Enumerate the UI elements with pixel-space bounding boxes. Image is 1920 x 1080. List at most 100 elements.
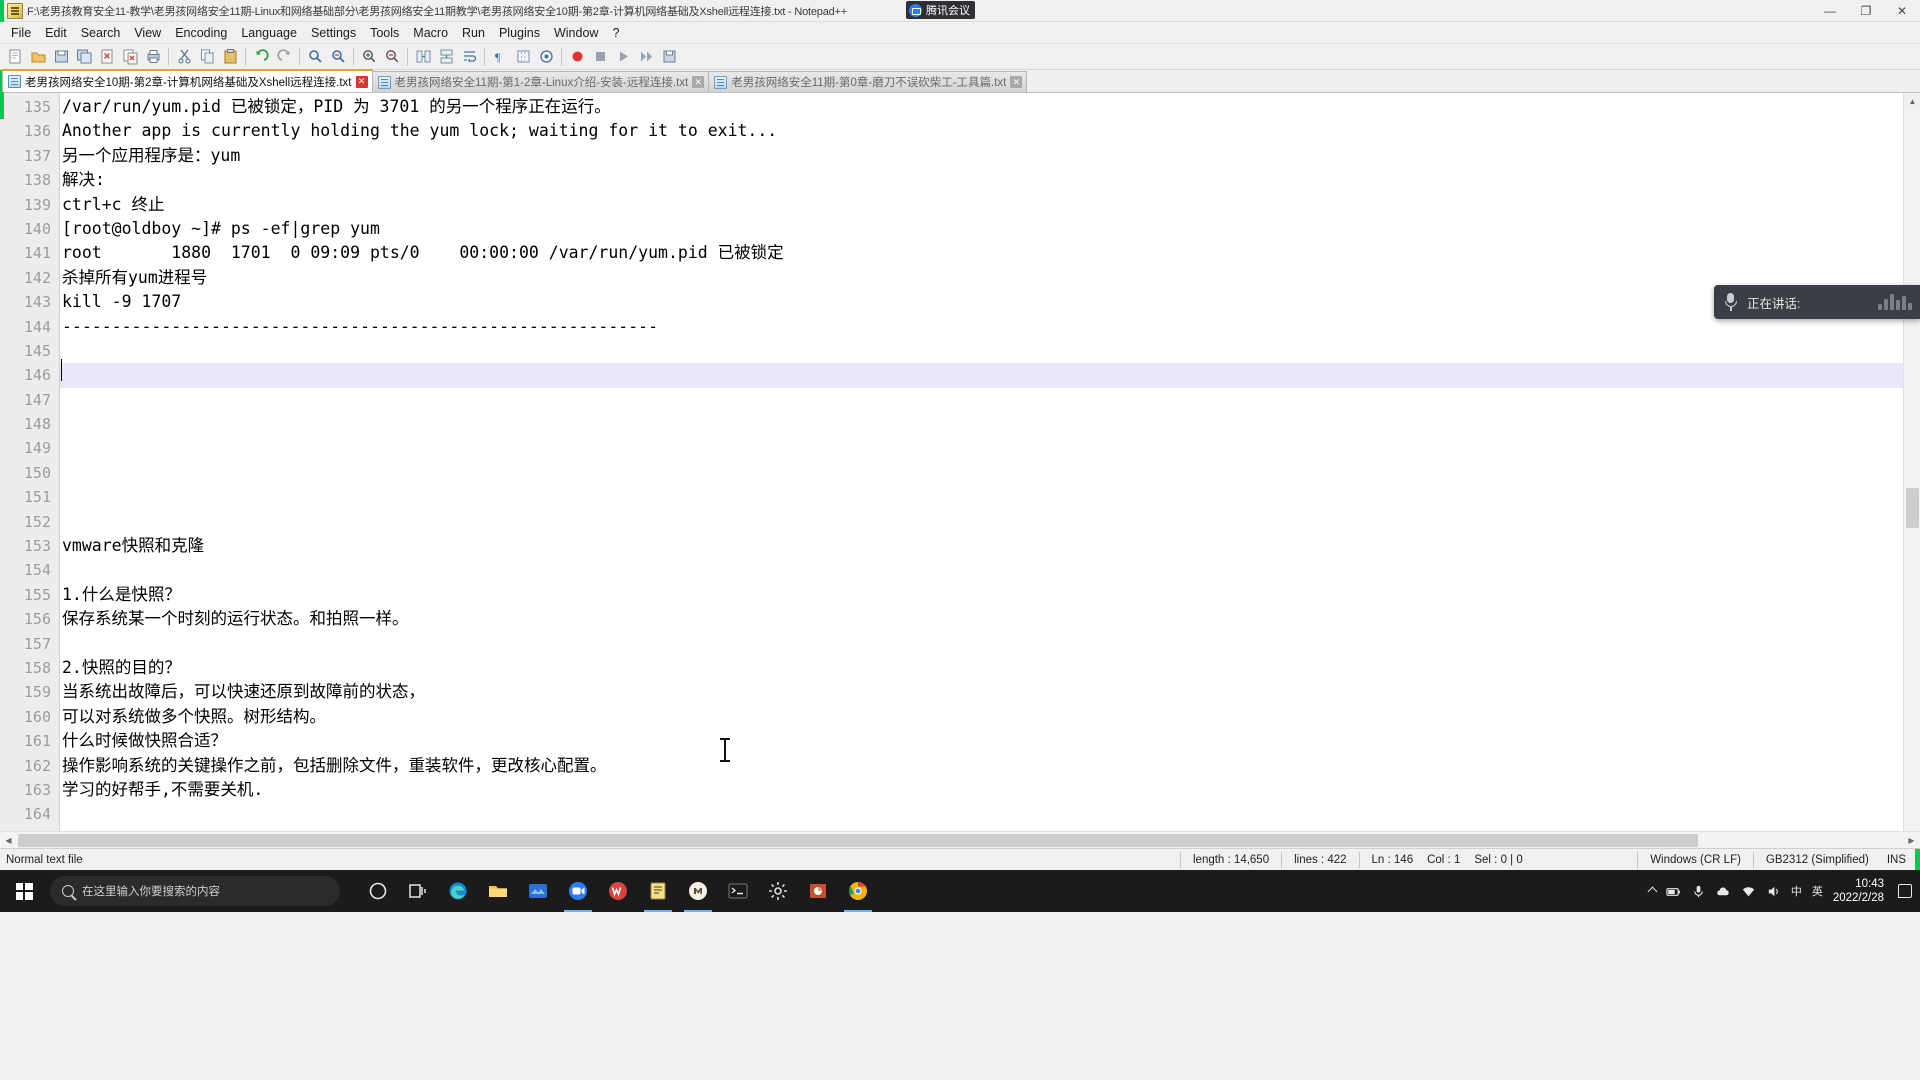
tencent-meeting-icon[interactable] [558, 870, 598, 912]
menu-item-macro[interactable]: Macro [406, 24, 455, 42]
run-macro-multiple-icon[interactable] [635, 46, 657, 68]
tencent-meeting-overlay-badge[interactable]: 腾讯会议 [906, 1, 975, 19]
menu-item-settings[interactable]: Settings [304, 24, 363, 42]
copy-icon[interactable] [196, 46, 218, 68]
record-macro-icon[interactable] [566, 46, 588, 68]
pptx-icon[interactable] [798, 870, 838, 912]
ime-language-indicator[interactable]: 英 [1812, 883, 1823, 899]
show-hidden-icons[interactable] [1647, 886, 1658, 896]
document-tab[interactable]: 老男孩网络安全11期-第1-2章-Linux介绍-安装-远程连接.txt ✕ [371, 71, 710, 92]
search-input[interactable]: 在这里输入你要搜索的内容 [50, 876, 340, 906]
stop-macro-icon[interactable] [589, 46, 611, 68]
document-tab[interactable]: 老男孩网络安全10期-第2章-计算机网络基础及Xshell远程连接.txt ✕ [2, 69, 373, 92]
close-icon[interactable] [96, 46, 118, 68]
notification-icon[interactable] [1898, 884, 1912, 898]
network-icon[interactable] [1741, 884, 1756, 899]
menu-item-encoding[interactable]: Encoding [168, 24, 234, 42]
text-content[interactable]: /var/run/yum.pid 已被锁定，PID 为 3701 的另一个程序正… [60, 93, 1920, 831]
show-symbol-icon[interactable] [535, 46, 557, 68]
menu-item-window[interactable]: Window [547, 24, 605, 42]
terminal-icon[interactable] [718, 870, 758, 912]
menu-item-edit[interactable]: Edit [38, 24, 74, 42]
print-icon[interactable] [142, 46, 164, 68]
code-line[interactable] [60, 339, 1920, 363]
code-line[interactable] [60, 485, 1920, 509]
code-line[interactable]: 杀掉所有yum进程号 [60, 266, 1920, 290]
ime-mode-indicator[interactable]: 中 [1791, 883, 1802, 899]
new-file-icon[interactable] [4, 46, 26, 68]
code-line[interactable] [60, 632, 1920, 656]
code-line[interactable] [60, 461, 1920, 485]
code-line[interactable]: [root@oldboy ~]# ps -ef|grep yum [60, 217, 1920, 241]
menu-item-search[interactable]: Search [74, 24, 128, 42]
show-all-chars-icon[interactable]: ¶ [489, 46, 511, 68]
menu-item-view[interactable]: View [127, 24, 168, 42]
code-line[interactable]: 1.什么是快照？ [60, 583, 1920, 607]
notepadpp-icon[interactable] [638, 870, 678, 912]
undo-icon[interactable] [250, 46, 272, 68]
open-file-icon[interactable] [27, 46, 49, 68]
close-all-icon[interactable] [119, 46, 141, 68]
cortana-icon[interactable] [358, 870, 398, 912]
code-line[interactable] [60, 510, 1920, 534]
code-line[interactable] [60, 802, 1920, 826]
wps-icon[interactable] [598, 870, 638, 912]
clock[interactable]: 10:43 2022/2/28 [1833, 877, 1888, 906]
zoom-in-icon[interactable] [358, 46, 380, 68]
speaking-indicator-overlay[interactable]: 正在讲话: [1714, 285, 1920, 319]
maximize-button[interactable]: ❐ [1848, 0, 1884, 22]
tab-close-icon[interactable]: ✕ [355, 75, 368, 88]
menu-item-run[interactable]: Run [455, 24, 492, 42]
menu-item-plugins[interactable]: Plugins [492, 24, 547, 42]
code-line[interactable]: 保存系统某一个时刻的运行状态。和拍照一样。 [60, 607, 1920, 631]
volume-icon[interactable] [1766, 884, 1781, 899]
vertical-scrollbar[interactable]: ▲ [1903, 93, 1920, 831]
sync-h-scroll-icon[interactable] [435, 46, 457, 68]
code-line[interactable]: root 1880 1701 0 09:09 pts/0 00:00:00 /v… [60, 241, 1920, 265]
code-line[interactable]: /var/run/yum.pid 已被锁定，PID 为 3701 的另一个程序正… [60, 95, 1920, 119]
word-wrap-icon[interactable] [458, 46, 480, 68]
code-line[interactable] [60, 558, 1920, 582]
code-line[interactable] [60, 388, 1920, 412]
menu-item-file[interactable]: File [4, 24, 38, 42]
code-line[interactable]: vmware快照和克隆 [60, 534, 1920, 558]
indent-guide-icon[interactable] [512, 46, 534, 68]
edge-icon[interactable] [438, 870, 478, 912]
replace-icon[interactable] [327, 46, 349, 68]
typora-icon[interactable] [678, 870, 718, 912]
code-line[interactable]: ----------------------------------------… [60, 315, 1920, 339]
battery-icon[interactable] [1666, 884, 1681, 899]
find-icon[interactable] [304, 46, 326, 68]
code-line[interactable]: 解决: [60, 168, 1920, 192]
menu-item-[interactable]: ? [605, 24, 626, 42]
code-line[interactable]: 什么时候做快照合适？ [60, 729, 1920, 753]
menu-item-language[interactable]: Language [234, 24, 304, 42]
minimize-button[interactable]: — [1812, 0, 1848, 22]
scroll-right-arrow-icon[interactable]: ▶ [1903, 832, 1920, 849]
file-explorer-icon[interactable] [478, 870, 518, 912]
code-line[interactable] [60, 363, 1920, 388]
task-view-icon[interactable] [398, 870, 438, 912]
close-button[interactable]: ✕ [1884, 0, 1920, 22]
document-tab[interactable]: 老男孩网络安全11期-第0章-磨刀不误砍柴工-工具篇.txt ✕ [708, 71, 1028, 92]
chrome-icon[interactable] [838, 870, 878, 912]
code-line[interactable]: 操作影响系统的关键操作之前，包括删除文件，重装软件，更改核心配置。 [60, 754, 1920, 778]
code-line[interactable]: 学习的好帮手,不需要关机. [60, 778, 1920, 802]
xmind-icon[interactable] [518, 870, 558, 912]
paste-icon[interactable] [219, 46, 241, 68]
settings-icon[interactable] [758, 870, 798, 912]
vertical-scroll-thumb[interactable] [1906, 488, 1919, 528]
tab-close-icon[interactable]: ✕ [692, 76, 705, 88]
code-line[interactable]: 另一个应用程序是：yum [60, 144, 1920, 168]
code-line[interactable] [60, 412, 1920, 436]
code-line[interactable]: 当系统出故障后，可以快速还原到故障前的状态， [60, 680, 1920, 704]
code-line[interactable]: 2.快照的目的？ [60, 656, 1920, 680]
cut-icon[interactable] [173, 46, 195, 68]
zoom-out-icon[interactable] [381, 46, 403, 68]
microphone-icon[interactable] [1691, 884, 1706, 899]
redo-icon[interactable] [273, 46, 295, 68]
onedrive-icon[interactable] [1716, 884, 1731, 899]
code-line[interactable]: Another app is currently holding the yum… [60, 119, 1920, 143]
save-icon[interactable] [50, 46, 72, 68]
windows-start-icon[interactable] [0, 870, 48, 912]
